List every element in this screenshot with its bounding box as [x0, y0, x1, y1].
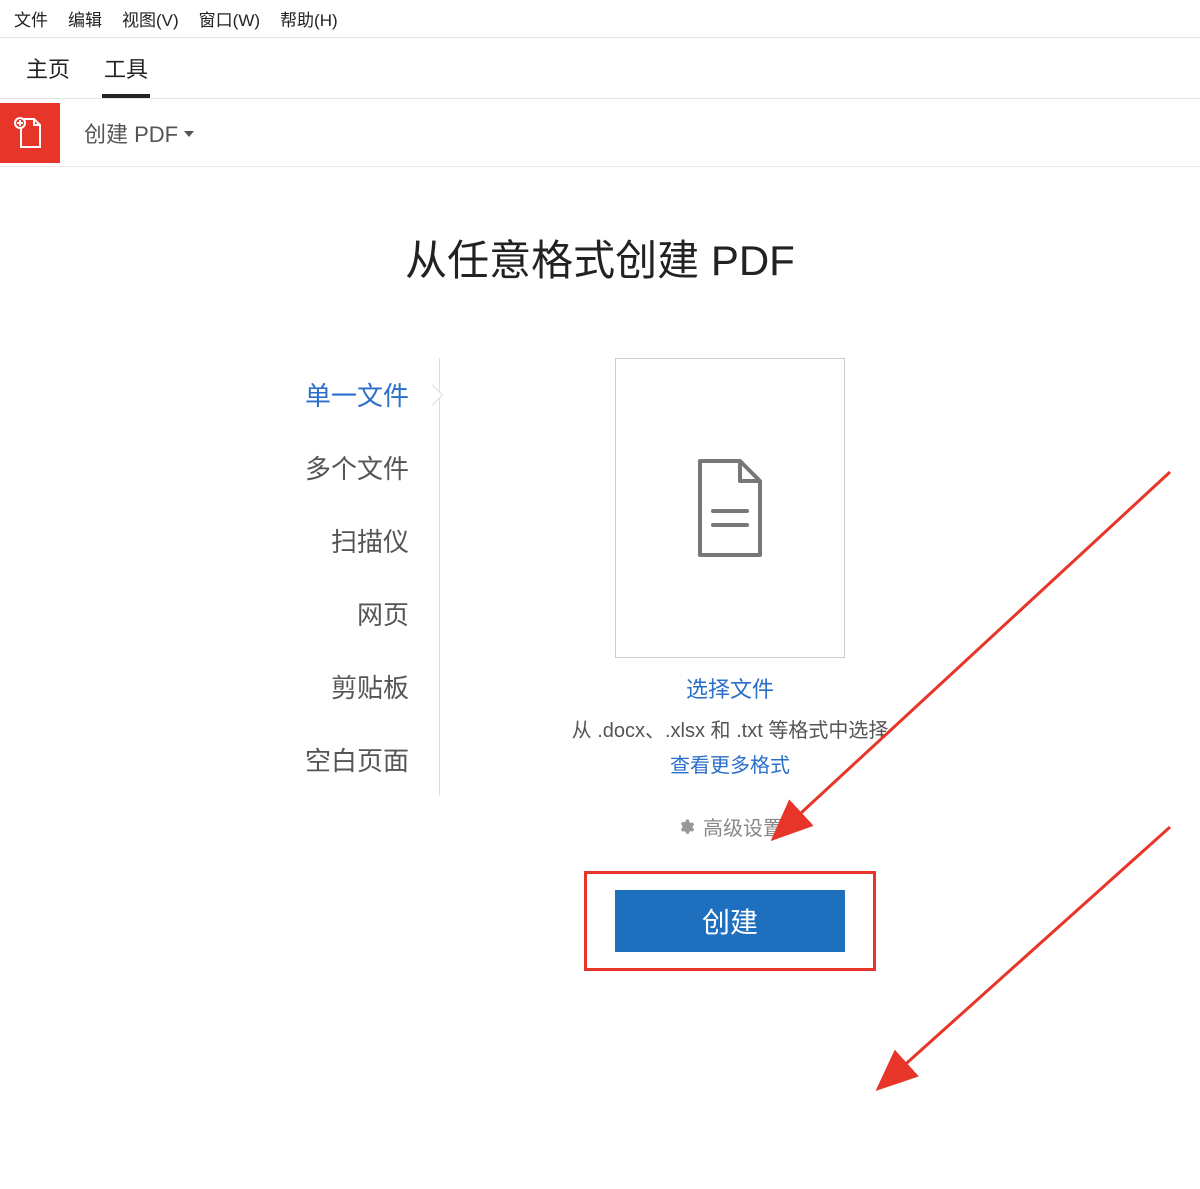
content: 单一文件 多个文件 扫描仪 网页 剪贴板 空白页面 选择文件 从 .docx、.…: [0, 358, 1200, 971]
create-pdf-label: 创建 PDF: [84, 117, 178, 149]
source-clipboard[interactable]: 剪贴板: [240, 650, 439, 723]
chevron-down-icon: [184, 131, 194, 137]
source-list: 单一文件 多个文件 扫描仪 网页 剪贴板 空白页面: [240, 358, 440, 796]
tab-tools[interactable]: 工具: [102, 48, 150, 98]
source-blank-page[interactable]: 空白页面: [240, 723, 439, 796]
source-multiple-files[interactable]: 多个文件: [240, 431, 439, 504]
formats-hint: 从 .docx、.xlsx 和 .txt 等格式中选择: [572, 714, 889, 743]
create-button-highlight: 创建: [584, 871, 876, 971]
gear-icon: [677, 818, 695, 836]
tabs: 主页 工具: [0, 38, 1200, 99]
source-webpage[interactable]: 网页: [240, 577, 439, 650]
main: 从任意格式创建 PDF 单一文件 多个文件 扫描仪 网页 剪贴板 空白页面 选择…: [0, 167, 1200, 971]
toolbar: 创建 PDF: [0, 99, 1200, 167]
menu-edit[interactable]: 编辑: [68, 6, 102, 31]
create-pdf-icon: [0, 103, 60, 163]
menu-view[interactable]: 视图(V): [122, 6, 179, 31]
file-dropzone[interactable]: [615, 358, 845, 658]
menu-window[interactable]: 窗口(W): [199, 6, 260, 31]
document-icon: [685, 453, 775, 563]
create-button[interactable]: 创建: [615, 890, 845, 952]
source-single-file[interactable]: 单一文件: [240, 358, 439, 431]
more-formats-link[interactable]: 查看更多格式: [670, 749, 790, 778]
advanced-settings[interactable]: 高级设置: [677, 812, 783, 841]
create-pdf-dropdown[interactable]: 创建 PDF: [84, 117, 194, 149]
create-panel: 选择文件 从 .docx、.xlsx 和 .txt 等格式中选择 查看更多格式 …: [440, 358, 960, 971]
tab-home[interactable]: 主页: [24, 48, 72, 98]
page-title: 从任意格式创建 PDF: [0, 227, 1200, 288]
select-file-link[interactable]: 选择文件: [686, 672, 774, 704]
menu-file[interactable]: 文件: [14, 6, 48, 31]
menubar: 文件 编辑 视图(V) 窗口(W) 帮助(H): [0, 0, 1200, 38]
source-scanner[interactable]: 扫描仪: [240, 504, 439, 577]
menu-help[interactable]: 帮助(H): [280, 6, 338, 31]
advanced-settings-label: 高级设置: [703, 812, 783, 841]
